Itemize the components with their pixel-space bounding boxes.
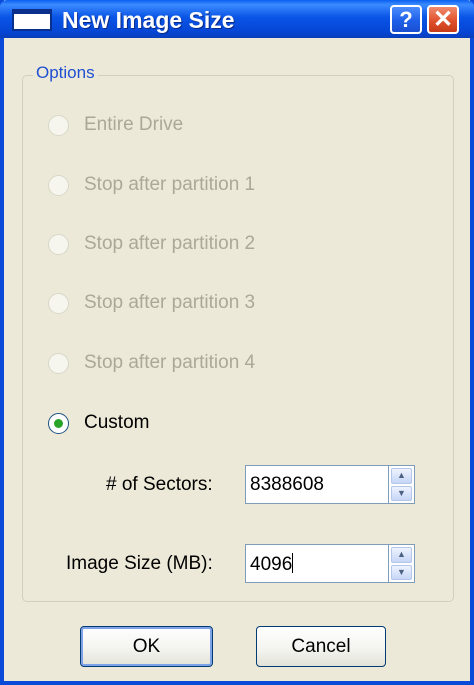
radio-label: Stop after partition 3 [84,292,256,313]
sectors-value: 8388608 [250,474,324,495]
spin-up-icon[interactable]: ▲ [391,547,412,563]
help-button[interactable]: ? [390,5,422,34]
radio-circle[interactable] [48,174,69,196]
window-title: New Image Size [62,7,235,33]
image-size-input[interactable]: 4096 [245,544,389,583]
radio-label: Stop after partition 1 [84,174,256,195]
radio-circle[interactable] [48,233,69,255]
radio-stop-partition-3[interactable]: Stop after partition 3 [48,290,255,316]
image-size-spinner[interactable]: ▲ ▼ [389,544,415,583]
radio-stop-partition-2[interactable]: Stop after partition 2 [48,231,255,257]
sectors-spinner[interactable]: ▲ ▼ [389,465,415,504]
radio-circle[interactable] [48,292,69,314]
radio-stop-partition-1[interactable]: Stop after partition 1 [48,172,255,198]
spin-up-icon[interactable]: ▲ [391,468,412,484]
image-size-value: 4096 [250,554,293,575]
radio-circle[interactable] [48,352,69,374]
spin-down-icon[interactable]: ▼ [391,485,412,501]
spin-down-icon[interactable]: ▼ [391,564,412,580]
window-icon [12,9,52,31]
close-button[interactable]: ✕ [427,5,459,34]
radio-label: Custom [84,412,150,433]
radio-label: Entire Drive [84,114,184,135]
options-groupbox [22,75,454,602]
radio-selected-dot [54,418,63,428]
radio-entire-drive[interactable]: Entire Drive [48,112,183,138]
radio-stop-partition-4[interactable]: Stop after partition 4 [48,350,255,376]
cancel-button[interactable]: Cancel [256,626,386,667]
text-caret [292,553,294,573]
radio-custom[interactable]: Custom [48,410,149,436]
title-bar[interactable]: New Image Size ? ✕ [0,0,474,38]
ok-button[interactable]: OK [80,626,213,667]
radio-label: Stop after partition 2 [84,233,256,254]
image-size-label: Image Size (MB): [66,553,213,574]
radio-circle[interactable] [48,114,69,136]
radio-circle-selected[interactable] [48,412,69,434]
radio-label: Stop after partition 4 [84,352,256,373]
sectors-input[interactable]: 8388608 [245,465,389,504]
sectors-label: # of Sectors: [106,474,213,495]
options-legend: Options [33,63,98,83]
